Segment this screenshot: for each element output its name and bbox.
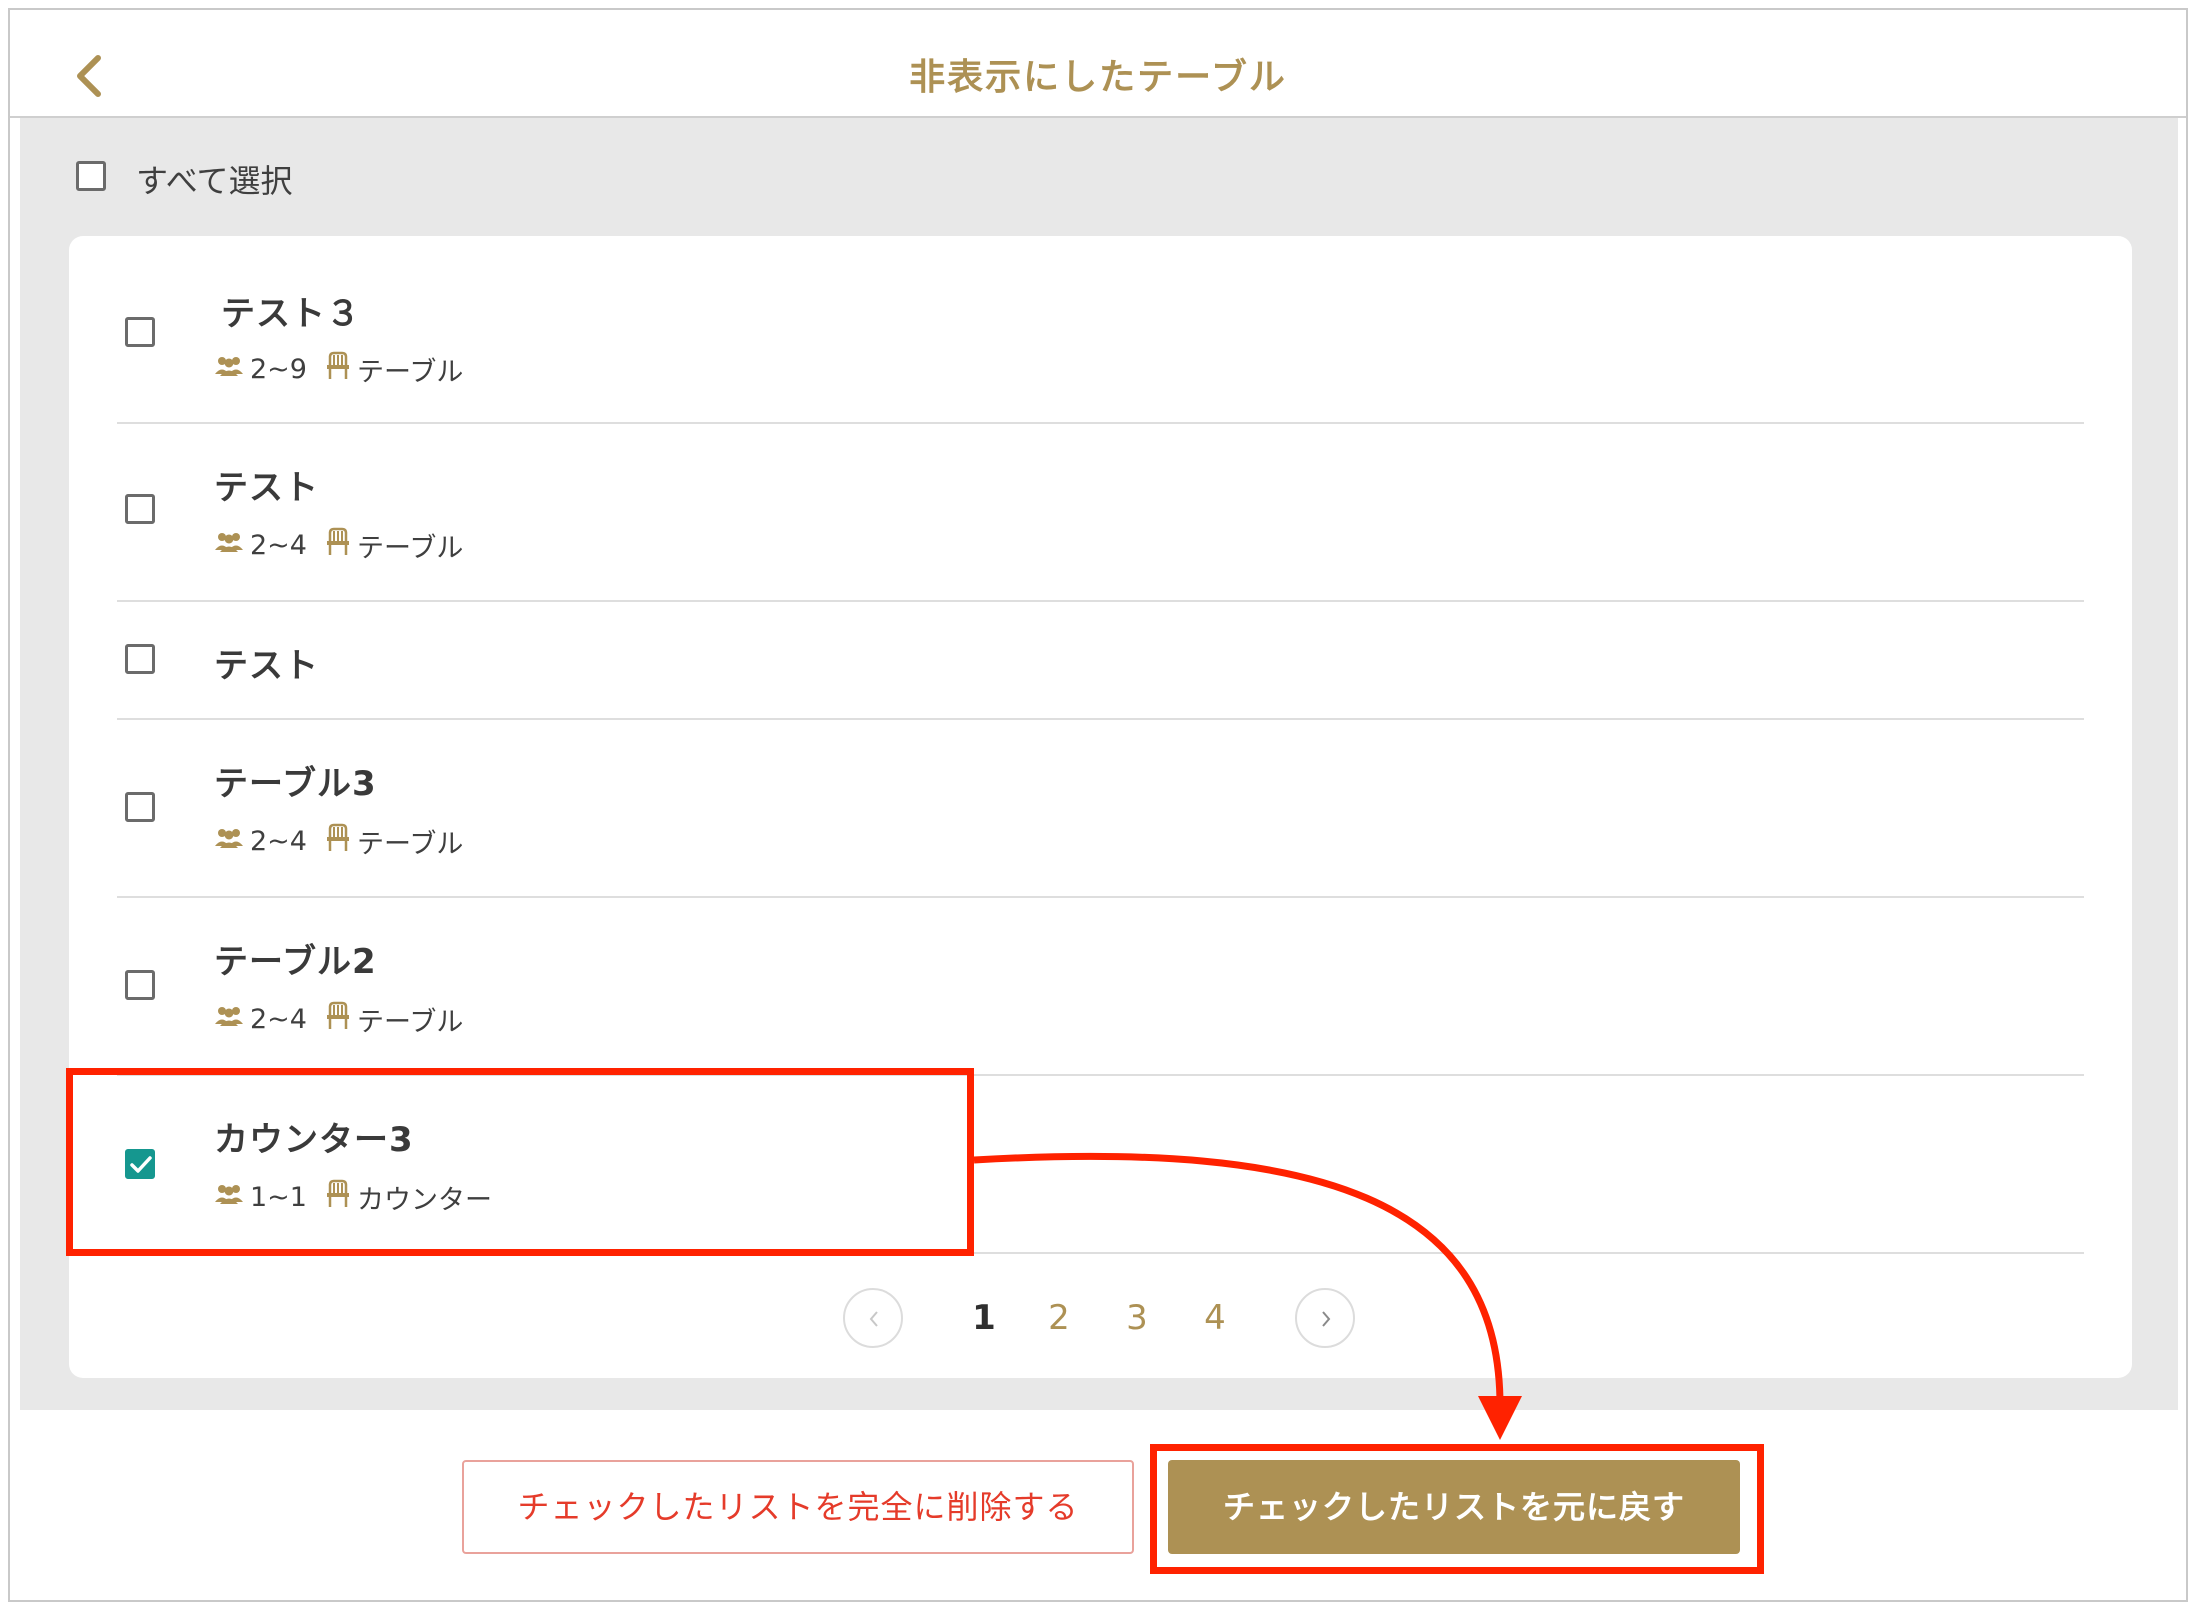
chair-icon <box>325 351 351 388</box>
capacity-text: 2~4 <box>250 1003 307 1035</box>
row-checkbox[interactable] <box>125 792 155 822</box>
row-checkbox[interactable] <box>125 644 155 674</box>
table-meta: 2~9 テーブル <box>214 351 464 388</box>
chevron-right-icon <box>1322 1311 1331 1327</box>
select-all-label: すべて選択 <box>136 162 293 200</box>
table-name: テーブル2 <box>214 942 377 982</box>
people-icon <box>214 826 244 857</box>
delete-checked-button[interactable]: チェックしたリストを完全に削除する <box>462 1460 1134 1554</box>
row-checkbox[interactable] <box>125 317 155 347</box>
page-title: 非表示にしたテーブル <box>909 57 1287 98</box>
table-name: テスト <box>214 646 319 686</box>
table-type-text: テーブル <box>356 356 464 388</box>
chair-icon <box>325 823 351 860</box>
row-checkbox[interactable] <box>125 494 155 524</box>
chevron-left-icon <box>869 1311 878 1327</box>
capacity-text: 2~4 <box>250 529 307 561</box>
table-type-text: テーブル <box>356 828 464 860</box>
select-all-checkbox[interactable] <box>76 161 106 191</box>
next-page-button[interactable] <box>1295 1288 1355 1348</box>
prev-page-button[interactable] <box>843 1288 903 1348</box>
table-name: テスト <box>214 468 319 508</box>
highlight-box-selected-row <box>66 1068 974 1256</box>
people-icon <box>214 530 244 561</box>
page-3[interactable]: 3 <box>1117 1298 1157 1338</box>
table-meta: 2~4 テーブル <box>214 823 464 860</box>
list-item[interactable]: テーブル2 2~4 テーブル <box>69 898 2132 1074</box>
list-item[interactable]: テスト 2~4 テーブル <box>69 424 2132 600</box>
table-name: テーブル3 <box>214 764 377 804</box>
list-item[interactable]: テスト <box>69 602 2132 718</box>
table-type-text: テーブル <box>356 1006 464 1038</box>
table-meta: 2~4 テーブル <box>214 527 464 564</box>
page-4[interactable]: 4 <box>1195 1298 1235 1338</box>
chair-icon <box>325 527 351 564</box>
page-2[interactable]: 2 <box>1039 1298 1079 1338</box>
top-bar: 非表示にしたテーブル <box>10 10 2186 118</box>
capacity-text: 2~9 <box>250 353 307 385</box>
people-icon <box>214 354 244 385</box>
highlight-box-restore-button <box>1150 1444 1764 1574</box>
row-checkbox[interactable] <box>125 970 155 1000</box>
chair-icon <box>325 1001 351 1038</box>
pagination: 1 2 3 4 <box>69 1288 2132 1354</box>
page-1[interactable]: 1 <box>964 1298 1004 1338</box>
table-name: テスト３ <box>221 294 361 334</box>
list-item[interactable]: テーブル3 2~4 テーブル <box>69 720 2132 896</box>
capacity-text: 2~4 <box>250 825 307 857</box>
table-meta: 2~4 テーブル <box>214 1001 464 1038</box>
list-item[interactable]: テスト３ 2~9 テーブル <box>69 236 2132 422</box>
people-icon <box>214 1004 244 1035</box>
table-type-text: テーブル <box>356 532 464 564</box>
